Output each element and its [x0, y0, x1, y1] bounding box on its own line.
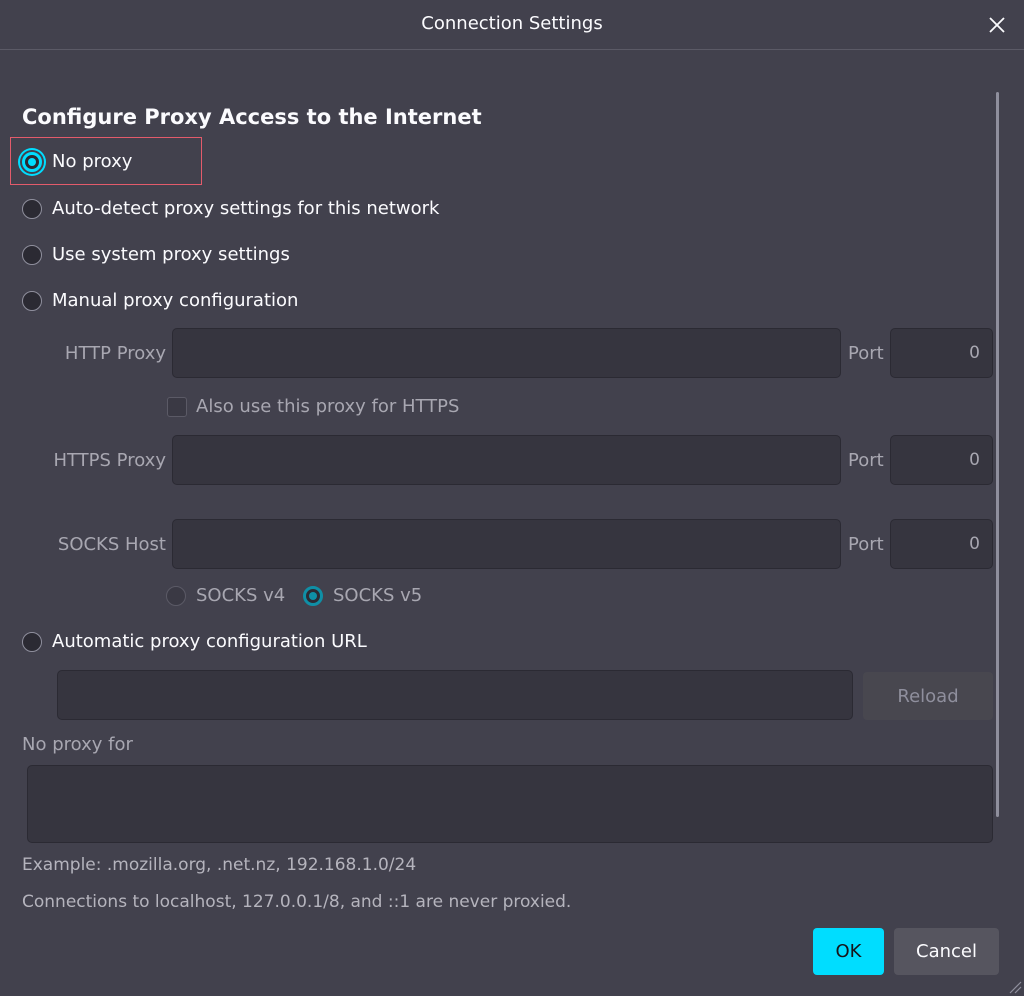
resize-grip-icon[interactable] [1004, 976, 1022, 994]
title-bar: Connection Settings [0, 0, 1024, 50]
reload-button[interactable]: Reload [863, 672, 993, 720]
radio-button[interactable] [166, 585, 186, 606]
radio-button[interactable] [22, 151, 42, 172]
localhost-note: Connections to localhost, 127.0.0.1/8, a… [22, 892, 572, 912]
no-proxy-for-textarea[interactable] [27, 765, 993, 843]
scrollbar[interactable] [996, 92, 999, 817]
http-proxy-input[interactable] [172, 328, 841, 378]
http-port-input[interactable]: 0 [890, 328, 993, 378]
radio-label: No proxy [52, 151, 133, 172]
radio-label: SOCKS v5 [333, 585, 423, 606]
radio-system-proxy[interactable]: Use system proxy settings [22, 244, 290, 265]
socks-host-input[interactable] [172, 519, 841, 569]
socks-port-input[interactable]: 0 [890, 519, 993, 569]
radio-button[interactable] [22, 198, 42, 219]
radio-button[interactable] [22, 244, 42, 265]
http-port-label: Port [848, 343, 884, 364]
socks-port-label: Port [848, 534, 884, 555]
radio-manual-proxy[interactable]: Manual proxy configuration [22, 290, 298, 311]
ok-button[interactable]: OK [813, 928, 884, 975]
also-https-checkbox[interactable] [167, 397, 187, 417]
cancel-button[interactable]: Cancel [894, 928, 999, 975]
https-port-label: Port [848, 450, 884, 471]
radio-label: Automatic proxy configuration URL [52, 631, 367, 652]
radio-button[interactable] [22, 290, 42, 311]
radio-label: SOCKS v4 [196, 585, 286, 606]
auto-config-url-input[interactable] [57, 670, 853, 720]
no-proxy-for-label: No proxy for [22, 734, 133, 755]
dialog-title: Connection Settings [421, 13, 603, 34]
radio-socks-v5[interactable]: SOCKS v5 [303, 585, 422, 606]
radio-label: Auto-detect proxy settings for this netw… [52, 198, 440, 219]
radio-button[interactable] [303, 585, 323, 606]
radio-auto-config-url[interactable]: Automatic proxy configuration URL [22, 631, 367, 652]
https-port-input[interactable]: 0 [890, 435, 993, 485]
radio-auto-detect[interactable]: Auto-detect proxy settings for this netw… [22, 198, 439, 219]
radio-label: Use system proxy settings [52, 244, 290, 265]
close-icon [989, 17, 1005, 33]
example-text: Example: .mozilla.org, .net.nz, 192.168.… [22, 855, 417, 875]
socks-host-label: SOCKS Host [57, 534, 166, 555]
radio-socks-v4[interactable]: SOCKS v4 [166, 585, 285, 606]
radio-button[interactable] [22, 631, 42, 652]
radio-label: Manual proxy configuration [52, 290, 299, 311]
section-heading: Configure Proxy Access to the Internet [22, 105, 482, 129]
close-button[interactable] [980, 8, 1014, 42]
also-https-label: Also use this proxy for HTTPS [196, 396, 460, 417]
https-proxy-label: HTTPS Proxy [53, 450, 166, 471]
http-proxy-label: HTTP Proxy [64, 343, 166, 364]
https-proxy-input[interactable] [172, 435, 841, 485]
radio-no-proxy[interactable]: No proxy [22, 151, 132, 172]
